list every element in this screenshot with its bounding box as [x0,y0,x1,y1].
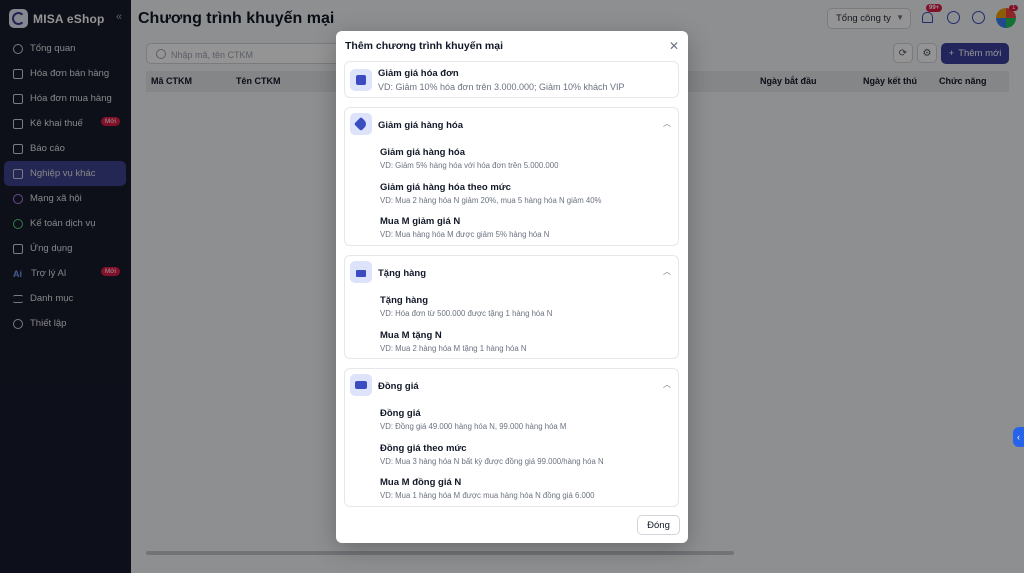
tag-shape [353,116,369,132]
option-desc: VD: Giảm 10% hóa đơn trên 3.000.000; Giả… [378,82,625,92]
option-item[interactable]: Đồng giá VD: Đồng giá 49.000 hàng hóa N,… [380,408,566,431]
side-panel-toggle[interactable]: ‹ [1013,427,1024,447]
money-icon [350,374,372,396]
close-icon[interactable]: ✕ [669,39,679,53]
group-same-price: Đồng giá ︿ Đồng giá VD: Đồng giá 49.000 … [344,368,679,507]
gift-icon [350,261,372,283]
option-title: Giảm giá hàng hóa theo mức [380,182,511,193]
option-title: Tặng hàng [380,295,429,306]
group-title: Đồng giá [378,381,419,392]
chevron-up-icon[interactable]: ︿ [663,118,671,129]
tag-icon [350,113,372,135]
money-shape [355,381,367,389]
option-title: Đồng giá theo mức [380,443,467,454]
chevron-up-icon[interactable]: ︿ [663,379,671,390]
option-item[interactable]: Giảm giá hàng hóa VD: Giảm 5% hàng hóa v… [380,147,558,170]
option-title: Mua M đồng giá N [380,477,462,488]
group-title: Giảm giá hàng hóa [378,120,463,131]
option-title: Giảm giá hàng hóa [380,147,465,158]
option-title: Giảm giá hóa đơn [378,68,459,79]
option-desc: VD: Hóa đơn từ 500.000 được tặng 1 hàng … [380,309,553,318]
option-desc: VD: Mua 3 hàng hóa N bất kỳ được đồng gi… [380,457,604,466]
gift-shape [356,267,366,277]
option-invoice-discount[interactable]: Giảm giá hóa đơn VD: Giảm 10% hóa đơn tr… [344,61,679,98]
group-product-discount: Giảm giá hàng hóa ︿ Giảm giá hàng hóa VD… [344,107,679,246]
option-desc: VD: Mua 2 hàng hóa M tặng 1 hàng hóa N [380,344,527,353]
option-desc: VD: Đồng giá 49.000 hàng hóa N, 99.000 h… [380,422,567,431]
add-promotion-dialog: Thêm chương trình khuyến mại ✕ Giảm giá … [336,31,688,543]
chevron-up-icon[interactable]: ︿ [663,266,671,277]
close-button[interactable]: Đóng [637,515,680,535]
option-item[interactable]: Mua M giảm giá N VD: Mua hàng hóa M được… [380,216,549,239]
group-title: Tặng hàng [378,268,427,279]
option-title: Mua M tặng N [380,330,442,341]
option-item[interactable]: Tặng hàng VD: Hóa đơn từ 500.000 được tặ… [380,295,552,318]
option-desc: VD: Mua hàng hóa M được giảm 5% hàng hóa… [380,230,550,239]
invoice-discount-icon [350,69,372,91]
option-item[interactable]: Mua M đồng giá N VD: Mua 1 hàng hóa M đư… [380,477,595,500]
chevron-left-icon: ‹ [1017,432,1020,442]
dialog-title: Thêm chương trình khuyến mại [345,40,504,52]
option-title: Mua M giảm giá N [380,216,461,227]
option-title: Đồng giá [380,408,421,419]
option-desc: VD: Giảm 5% hàng hóa với hóa đơn trên 5.… [380,161,559,170]
option-item[interactable]: Mua M tặng N VD: Mua 2 hàng hóa M tặng 1… [380,330,527,353]
option-desc: VD: Mua 1 hàng hóa M được mua hàng hóa N… [380,491,595,500]
option-item[interactable]: Giảm giá hàng hóa theo mức VD: Mua 2 hàn… [380,182,601,205]
group-gift: Tặng hàng ︿ Tặng hàng VD: Hóa đơn từ 500… [344,255,679,359]
option-desc: VD: Mua 2 hàng hóa N giảm 20%, mua 5 hàn… [380,196,602,205]
receipt-icon [356,75,366,85]
option-item[interactable]: Đồng giá theo mức VD: Mua 3 hàng hóa N b… [380,443,604,466]
